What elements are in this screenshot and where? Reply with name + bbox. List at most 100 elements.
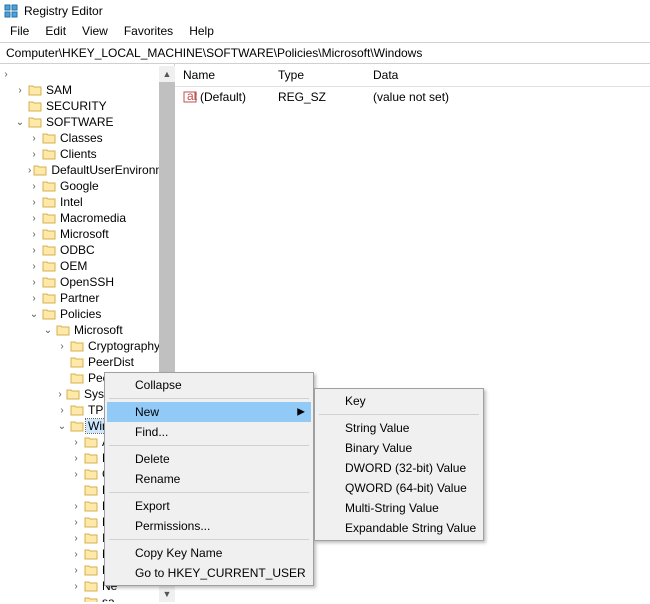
tree-item[interactable]: ›OEM: [28, 258, 174, 274]
collapse-icon[interactable]: ⌄: [14, 116, 26, 128]
cm-new-binary[interactable]: Binary Value: [317, 438, 481, 458]
cm-new-qword[interactable]: QWORD (64-bit) Value: [317, 478, 481, 498]
tree-item[interactable]: ›ODBC: [28, 242, 174, 258]
tree-item[interactable]: ›OpenSSH: [28, 274, 174, 290]
expand-icon[interactable]: ›: [28, 148, 40, 160]
scroll-thumb[interactable]: [159, 82, 175, 372]
tree-item[interactable]: › Macromedia: [28, 210, 174, 226]
cm-new-dword[interactable]: DWORD (32-bit) Value: [317, 458, 481, 478]
cm-export[interactable]: Export: [107, 496, 311, 516]
expand-icon[interactable]: ›: [28, 292, 40, 304]
folder-icon: [70, 340, 84, 352]
expand-icon[interactable]: ›: [70, 516, 82, 528]
submenu-arrow-icon: ▶: [297, 407, 305, 418]
tree-item[interactable]: ›Clients: [28, 146, 174, 162]
expand-icon[interactable]: ›: [70, 436, 82, 448]
tree-item-label: SECURITY: [44, 99, 109, 113]
menu-edit[interactable]: Edit: [37, 22, 74, 42]
context-submenu-new: Key String Value Binary Value DWORD (32-…: [314, 388, 484, 541]
tree-item-label: Macromedia: [58, 211, 128, 225]
value-data: (value not set): [365, 89, 650, 105]
tree-item[interactable]: ·PeerDist: [56, 354, 174, 370]
tree-item[interactable]: ›SAM: [14, 82, 174, 98]
cm-copy-key-name[interactable]: Copy Key Name: [107, 543, 311, 563]
regedit-icon: [4, 3, 20, 19]
tree-item-label: Microsoft: [58, 227, 111, 241]
expand-icon[interactable]: ›: [28, 180, 40, 192]
address-bar: [0, 42, 650, 64]
cm-separator: [109, 539, 309, 540]
expand-icon[interactable]: ›: [56, 388, 64, 400]
tree-item[interactable]: ›Cryptography: [56, 338, 174, 354]
expand-icon[interactable]: ›: [70, 548, 82, 560]
expand-icon[interactable]: ›: [28, 164, 31, 176]
tree-item[interactable]: › DefaultUserEnvironme: [28, 162, 174, 178]
tree-item[interactable]: ›Intel: [28, 194, 174, 210]
expand-icon[interactable]: ›: [56, 404, 68, 416]
collapse-icon[interactable]: ⌄: [28, 308, 40, 320]
expand-icon[interactable]: ›: [70, 580, 82, 592]
cm-new[interactable]: New ▶: [107, 402, 311, 422]
collapse-icon[interactable]: ⌄: [42, 324, 54, 336]
folder-icon: [56, 324, 70, 336]
cm-find[interactable]: Find...: [107, 422, 311, 442]
collapse-icon[interactable]: ⌄: [56, 420, 68, 432]
folder-icon: [42, 196, 56, 208]
tree-item[interactable]: › Microsoft: [28, 226, 174, 242]
expand-icon[interactable]: ›: [56, 340, 68, 352]
tree-item[interactable]: ›Classes: [28, 130, 174, 146]
menu-help[interactable]: Help: [181, 22, 222, 42]
expand-icon[interactable]: ›: [70, 452, 82, 464]
cm-collapse[interactable]: Collapse: [107, 375, 311, 395]
tree-item[interactable]: › Google: [28, 178, 174, 194]
expand-icon[interactable]: ›: [28, 276, 40, 288]
cm-new-expandstring[interactable]: Expandable String Value: [317, 518, 481, 538]
tree-item[interactable]: ⌄ Microsoft: [42, 322, 174, 338]
tree-root-toggle[interactable]: ›: [0, 66, 174, 82]
expand-icon[interactable]: ›: [14, 84, 26, 96]
expand-icon[interactable]: ›: [70, 468, 82, 480]
folder-icon: [84, 580, 98, 592]
scroll-down-button[interactable]: ▼: [159, 586, 175, 602]
value-name: (Default): [200, 90, 246, 104]
tree-item[interactable]: ·SECURITY: [14, 98, 174, 114]
expand-icon[interactable]: ›: [70, 532, 82, 544]
expand-icon[interactable]: ›: [28, 228, 40, 240]
expand-icon[interactable]: ›: [28, 132, 40, 144]
expand-icon[interactable]: ›: [0, 68, 12, 80]
col-name[interactable]: Name: [175, 64, 270, 86]
expand-icon[interactable]: ›: [70, 564, 82, 576]
list-header: Name Type Data: [175, 64, 650, 87]
cm-rename[interactable]: Rename: [107, 469, 311, 489]
expand-icon[interactable]: ›: [28, 196, 40, 208]
cm-separator: [109, 492, 309, 493]
scroll-up-button[interactable]: ▲: [159, 66, 175, 82]
expand-icon[interactable]: ›: [28, 244, 40, 256]
folder-icon: [84, 548, 98, 560]
folder-icon: [42, 308, 56, 320]
menu-view[interactable]: View: [74, 22, 116, 42]
col-data[interactable]: Data: [365, 64, 650, 86]
cm-delete[interactable]: Delete: [107, 449, 311, 469]
col-type[interactable]: Type: [270, 64, 365, 86]
tree-item[interactable]: ⌄Policies: [28, 306, 174, 322]
cm-permissions[interactable]: Permissions...: [107, 516, 311, 536]
menu-favorites[interactable]: Favorites: [116, 22, 181, 42]
tree-item[interactable]: ›Partner: [28, 290, 174, 306]
expand-icon[interactable]: ›: [28, 260, 40, 272]
tree-item[interactable]: ⌄SOFTWARE: [14, 114, 174, 130]
expand-icon[interactable]: ›: [70, 500, 82, 512]
menu-file[interactable]: File: [2, 22, 37, 42]
tree-item-label: Microsoft: [72, 323, 125, 337]
cm-new-string[interactable]: String Value: [317, 418, 481, 438]
cm-new-multistring[interactable]: Multi-String Value: [317, 498, 481, 518]
tree-item-label: DefaultUserEnvironme: [49, 163, 174, 177]
address-input[interactable]: [6, 46, 644, 60]
cm-new-key[interactable]: Key: [317, 391, 481, 411]
folder-icon: [70, 404, 84, 416]
expand-icon[interactable]: ›: [28, 212, 40, 224]
tree-item-label: Google: [58, 179, 101, 193]
list-row[interactable]: ab (Default) REG_SZ (value not set): [175, 87, 650, 107]
folder-icon: [84, 516, 98, 528]
cm-goto-hkcu[interactable]: Go to HKEY_CURRENT_USER: [107, 563, 311, 583]
